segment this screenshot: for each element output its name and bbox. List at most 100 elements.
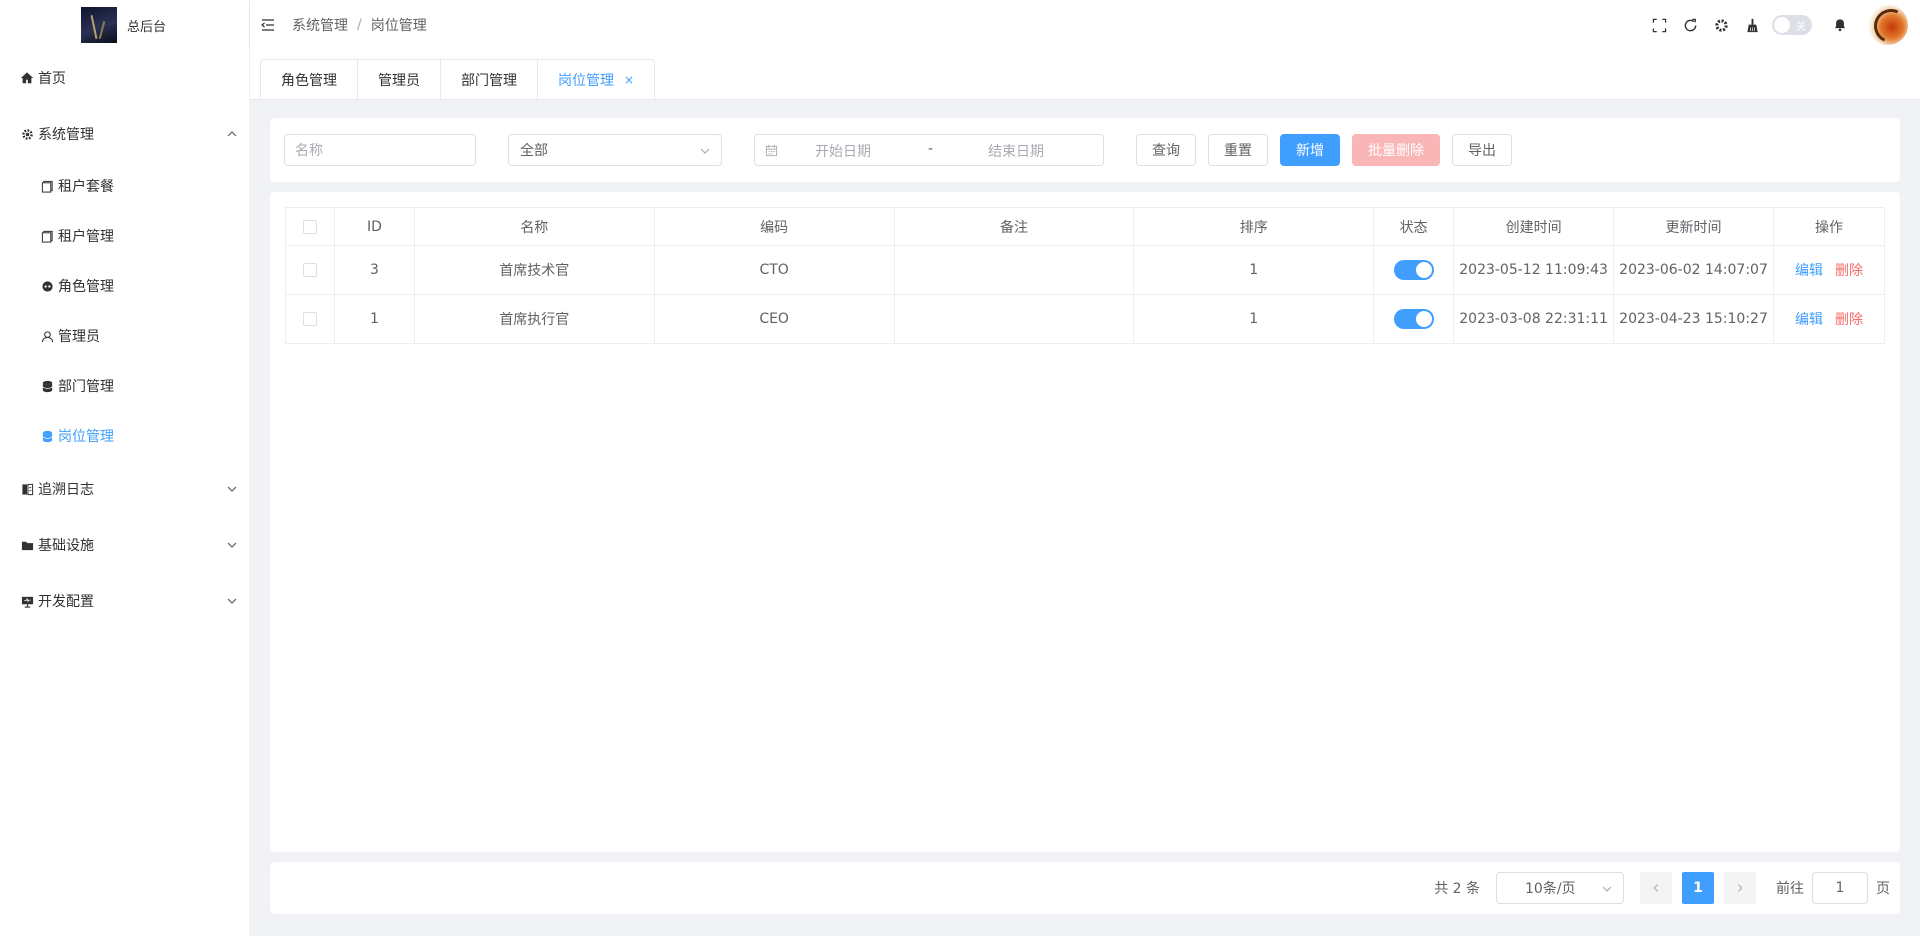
column-header[interactable]: ID <box>333 207 415 246</box>
status-select[interactable]: 全部 <box>508 134 722 166</box>
sidebar-item-label: 首页 <box>38 71 66 87</box>
sidebar-item-position[interactable]: 岗位管理 <box>0 416 250 456</box>
bell-icon[interactable] <box>1832 17 1848 33</box>
cell-sort: 1 <box>1133 294 1375 344</box>
refresh-icon[interactable] <box>1682 17 1698 33</box>
close-icon[interactable]: × <box>624 73 634 87</box>
monitor-icon <box>20 594 34 608</box>
tab-department-manage[interactable]: 部门管理 <box>440 60 537 99</box>
table-row: 1 首席执行官 CEO 1 2023-03-08 22:31:11 2023-0… <box>285 294 1886 344</box>
sidebar-item-admin[interactable]: 管理员 <box>0 316 250 356</box>
row-select-cell <box>285 245 335 295</box>
tab-label: 角色管理 <box>281 72 337 89</box>
calendar-icon <box>765 144 778 157</box>
fold-menu-icon[interactable] <box>260 17 276 33</box>
query-button[interactable]: 查询 <box>1136 134 1196 166</box>
chevron-down-icon <box>226 539 238 551</box>
sidebar-item-infrastructure[interactable]: 基础设施 <box>0 525 250 565</box>
sidebar-item-label: 追溯日志 <box>38 482 94 498</box>
row-select-cell <box>285 294 335 344</box>
name-placeholder: 名称 <box>295 143 323 159</box>
cell-updated: 2023-04-23 15:10:27 <box>1613 294 1774 344</box>
chevron-down-icon <box>699 145 711 157</box>
delete-link[interactable]: 删除 <box>1835 312 1863 328</box>
prev-page-button[interactable] <box>1640 872 1672 904</box>
column-header[interactable]: 创建时间 <box>1453 207 1615 246</box>
sidebar-item-system[interactable]: 系统管理 <box>0 114 250 154</box>
folder-icon <box>20 538 34 552</box>
end-date-placeholder[interactable]: 结束日期 <box>988 141 1044 161</box>
logo-area[interactable]: 总后台 <box>0 0 249 50</box>
cell-updated: 2023-06-02 14:07:07 <box>1613 245 1774 295</box>
batch-delete-button[interactable]: 批量删除 <box>1352 134 1440 166</box>
column-header[interactable]: 备注 <box>893 207 1135 246</box>
sidebar-item-label: 角色管理 <box>58 279 114 295</box>
settings-icon[interactable] <box>1713 17 1729 33</box>
start-date-placeholder[interactable]: 开始日期 <box>815 141 871 161</box>
table-header-row: ID 名称 编码 备注 排序 状态 创建时间 更新时间 操作 <box>285 207 1886 246</box>
cell-id: 1 <box>333 294 415 344</box>
next-page-button[interactable] <box>1724 872 1756 904</box>
page-suffix: 页 <box>1876 881 1890 897</box>
date-range-picker[interactable]: 开始日期 - 结束日期 <box>754 134 1104 166</box>
breadcrumb: 系统管理 / 岗位管理 <box>292 15 427 35</box>
pagination-panel: 共 2 条 10条/页 1 前往 1 页 <box>270 862 1900 914</box>
tab-admin[interactable]: 管理员 <box>357 60 440 99</box>
sidebar: 总后台 首页 系统管理 租户套餐 租户管理 角色管理 管理员 部门管理 岗位管理… <box>0 0 250 936</box>
chevron-right-icon <box>1737 884 1743 892</box>
top-header: 系统管理 / 岗位管理 关 <box>250 0 1920 50</box>
page-number-current[interactable]: 1 <box>1682 872 1714 904</box>
chevron-left-icon <box>1653 884 1659 892</box>
reset-button[interactable]: 重置 <box>1208 134 1268 166</box>
column-header[interactable]: 排序 <box>1133 207 1375 246</box>
cell-created: 2023-05-12 11:09:43 <box>1453 245 1615 295</box>
column-header[interactable]: 名称 <box>413 207 655 246</box>
cell-remark <box>893 294 1135 344</box>
app-title: 总后台 <box>127 19 167 35</box>
sidebar-item-trace-log[interactable]: 追溯日志 <box>0 469 250 509</box>
tab-label: 岗位管理 <box>558 72 614 89</box>
row-checkbox[interactable] <box>302 312 317 326</box>
fullscreen-icon[interactable] <box>1651 17 1667 33</box>
delete-link[interactable]: 删除 <box>1835 263 1863 279</box>
sidebar-item-label: 开发配置 <box>38 594 94 610</box>
tab-label: 部门管理 <box>461 72 517 89</box>
log-icon <box>20 482 34 496</box>
tab-role-manage[interactable]: 角色管理 <box>261 60 357 99</box>
database-icon <box>40 429 54 443</box>
clean-cache-icon[interactable] <box>1744 17 1760 33</box>
sidebar-item-department[interactable]: 部门管理 <box>0 366 250 406</box>
row-checkbox[interactable] <box>302 263 317 277</box>
status-toggle[interactable] <box>1393 309 1434 329</box>
export-button[interactable]: 导出 <box>1452 134 1512 166</box>
edit-link[interactable]: 编辑 <box>1795 312 1823 328</box>
status-toggle[interactable] <box>1393 260 1434 280</box>
dark-mode-toggle[interactable]: 关 <box>1772 15 1812 35</box>
user-avatar[interactable] <box>1868 5 1908 45</box>
cell-actions: 编辑 删除 <box>1772 245 1886 295</box>
breadcrumb-item[interactable]: 系统管理 <box>292 15 348 35</box>
sidebar-item-role[interactable]: 角色管理 <box>0 266 250 306</box>
column-header[interactable]: 编码 <box>653 207 895 246</box>
cell-status <box>1373 245 1455 295</box>
sidebar-item-dev-config[interactable]: 开发配置 <box>0 581 250 621</box>
column-header[interactable]: 状态 <box>1373 207 1455 246</box>
column-header[interactable]: 更新时间 <box>1613 207 1774 246</box>
goto-page-input[interactable]: 1 <box>1812 872 1868 904</box>
sidebar-item-label: 租户管理 <box>58 229 114 245</box>
select-all-checkbox[interactable] <box>302 219 317 234</box>
edit-link[interactable]: 编辑 <box>1795 263 1823 279</box>
sidebar-item-label: 基础设施 <box>38 538 94 554</box>
page-size-select[interactable]: 10条/页 <box>1496 872 1624 904</box>
sidebar-item-label: 系统管理 <box>38 127 94 143</box>
toggle-knob <box>1774 17 1790 33</box>
tab-position-manage[interactable]: 岗位管理 × <box>537 60 654 99</box>
sidebar-item-home[interactable]: 首页 <box>0 58 250 98</box>
position-table: ID 名称 编码 备注 排序 状态 创建时间 更新时间 操作 3 首席技术官 C… <box>285 207 1886 344</box>
sidebar-item-tenant-manage[interactable]: 租户管理 <box>0 216 250 256</box>
name-search-input[interactable]: 名称 <box>284 134 476 166</box>
add-button[interactable]: 新增 <box>1280 134 1340 166</box>
header-actions: 关 <box>1636 0 1920 50</box>
sidebar-item-tenant-package[interactable]: 租户套餐 <box>0 166 250 206</box>
sidebar-item-label: 部门管理 <box>58 379 114 395</box>
